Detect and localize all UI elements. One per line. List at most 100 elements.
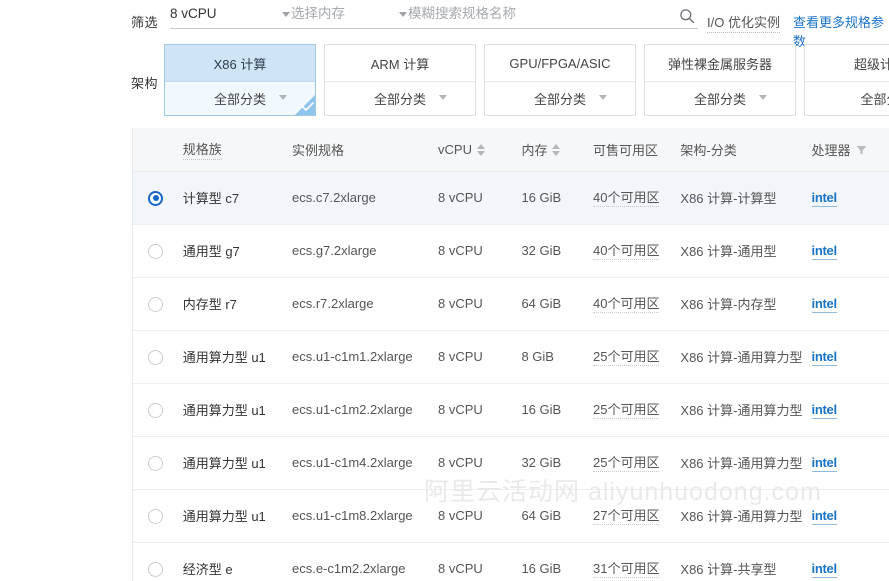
intel-logo: intel: [811, 402, 837, 419]
column-header-proc[interactable]: 处理器: [812, 140, 889, 159]
architecture-label: 架构: [131, 76, 159, 91]
row-radio-cell[interactable]: [133, 349, 179, 365]
cell-memory: 8 GiB: [521, 349, 554, 364]
cell-vcpu: 8 vCPU: [438, 402, 483, 417]
chevron-down-icon: [439, 95, 447, 100]
cell-spec: ecs.u1-c1m4.2xlarge: [291, 455, 413, 470]
arch-tab-title: X86 计算: [165, 45, 315, 82]
column-header-arch: 架构-分类: [680, 140, 811, 159]
chevron-down-icon: [759, 95, 767, 100]
cell-memory: 16 GiB: [521, 402, 562, 417]
cell-memory: 16 GiB: [521, 561, 562, 576]
instance-spec-table: 规格族 实例规格 vCPU 内存 可售可用区 架构-分类 处理器 计算型 c7 ecs.c7.…: [132, 128, 889, 581]
cell-zone: 25个可用区: [592, 349, 660, 366]
cell-memory: 32 GiB: [521, 243, 562, 258]
table-body: 计算型 c7 ecs.c7.2xlarge 8 vCPU 16 GiB 40个可用区 X8…: [133, 172, 889, 581]
column-header-label: 可售可用区: [592, 143, 658, 158]
cell-vcpu: 8 vCPU: [438, 455, 483, 470]
search-input-placeholder: 模糊搜索规格名称: [408, 6, 516, 21]
search-icon[interactable]: [679, 8, 695, 24]
search-input[interactable]: 模糊搜索规格名称: [408, 5, 698, 29]
column-header-vcpu[interactable]: vCPU: [438, 142, 521, 157]
intel-logo: intel: [811, 243, 837, 260]
cell-spec: ecs.u1-c1m1.2xlarge: [291, 349, 413, 364]
cell-memory: 64 GiB: [521, 508, 562, 523]
arch-category-select[interactable]: 全部分类: [165, 82, 315, 115]
radio-button-icon[interactable]: [148, 349, 164, 365]
arch-tab-0[interactable]: X86 计算 全部分类: [164, 44, 316, 116]
table-row[interactable]: 通用算力型 u1 ecs.u1-c1m1.2xlarge 8 vCPU 8 GiB 25…: [133, 331, 889, 384]
table-row[interactable]: 通用算力型 u1 ecs.u1-c1m4.2xlarge 8 vCPU 32 GiB 2…: [133, 437, 889, 490]
cell-spec: ecs.c7.2xlarge: [291, 190, 376, 205]
cell-processor: intel: [811, 242, 889, 260]
radio-button-icon[interactable]: [148, 243, 164, 259]
radio-button-icon[interactable]: [148, 508, 164, 524]
table-row[interactable]: 经济型 e ecs.e-c1m2.2xlarge 8 vCPU 16 GiB 31个可用…: [133, 543, 889, 581]
cell-family: 通用算力型 u1: [182, 456, 266, 471]
arch-category-select[interactable]: 全部分类: [645, 82, 795, 115]
column-header-spec: 实例规格: [292, 140, 438, 159]
table-row[interactable]: 通用型 g7 ecs.g7.2xlarge 8 vCPU 32 GiB 40个可用区 X8…: [133, 225, 889, 278]
radio-button-icon[interactable]: [148, 190, 164, 206]
chevron-down-icon: [282, 12, 290, 17]
intel-logo: intel: [811, 349, 837, 366]
filter-funnel-icon[interactable]: [856, 144, 867, 155]
intel-logo: intel: [811, 561, 837, 578]
chevron-down-icon: [599, 95, 607, 100]
radio-button-icon[interactable]: [148, 402, 164, 418]
sort-icon[interactable]: [552, 143, 561, 156]
intel-logo: intel: [811, 508, 837, 525]
arch-tab-4[interactable]: 超级计算全部分: [804, 44, 889, 116]
arch-tab-1[interactable]: ARM 计算 全部分类: [324, 44, 476, 116]
memory-select[interactable]: 选择内存: [291, 5, 409, 29]
row-radio-cell[interactable]: [133, 402, 179, 418]
table-header-row: 规格族 实例规格 vCPU 内存 可售可用区 架构-分类 处理器: [133, 128, 889, 172]
column-header-mem[interactable]: 内存: [521, 140, 593, 159]
vcpu-select[interactable]: 8 vCPU: [170, 5, 292, 29]
arch-category-value: 全部分类: [693, 92, 746, 107]
arch-tab-3[interactable]: 弹性裸金属服务器 全部分类: [644, 44, 796, 116]
row-radio-cell[interactable]: [133, 508, 179, 524]
column-header-label: vCPU: [438, 142, 472, 157]
cell-zone: 40个可用区: [592, 190, 660, 207]
cell-vcpu: 8 vCPU: [438, 190, 483, 205]
cell-arch-category: X86 计算-通用算力型: [680, 350, 803, 365]
radio-button-icon[interactable]: [148, 455, 164, 471]
cell-spec: ecs.g7.2xlarge: [291, 243, 377, 258]
radio-button-icon[interactable]: [148, 296, 164, 312]
cell-spec: ecs.u1-c1m8.2xlarge: [291, 508, 413, 523]
cell-processor: intel: [811, 401, 889, 419]
cell-family: 通用算力型 u1: [182, 509, 266, 524]
table-row[interactable]: 计算型 c7 ecs.c7.2xlarge 8 vCPU 16 GiB 40个可用区 X8…: [133, 172, 889, 225]
row-radio-cell[interactable]: [133, 190, 179, 206]
column-header-label: 处理器: [811, 143, 851, 158]
cell-processor: intel: [811, 507, 889, 525]
cell-zone: 25个可用区: [592, 455, 660, 472]
cell-spec: ecs.e-c1m2.2xlarge: [291, 561, 406, 576]
table-row[interactable]: 通用算力型 u1 ecs.u1-c1m8.2xlarge 8 vCPU 64 GiB 2…: [133, 490, 889, 543]
table-row[interactable]: 内存型 r7 ecs.r7.2xlarge 8 vCPU 64 GiB 40个可用区 X8…: [133, 278, 889, 331]
sort-icon[interactable]: [476, 143, 485, 156]
row-radio-cell[interactable]: [133, 296, 179, 312]
arch-category-select[interactable]: 全部分类: [485, 82, 635, 115]
row-radio-cell[interactable]: [133, 243, 179, 259]
cell-memory: 64 GiB: [521, 296, 562, 311]
row-radio-cell[interactable]: [133, 455, 179, 471]
arch-tab-2[interactable]: GPU/FPGA/ASIC 全部分类: [484, 44, 636, 116]
arch-category-select[interactable]: 全部分类: [325, 82, 475, 115]
row-radio-cell[interactable]: [133, 561, 179, 577]
cell-arch-category: X86 计算-计算型: [680, 191, 777, 206]
io-optimized-label: I/O 优化实例: [707, 12, 780, 33]
cell-family: 通用算力型 u1: [182, 350, 266, 365]
table-row[interactable]: 通用算力型 u1 ecs.u1-c1m2.2xlarge 8 vCPU 16 GiB 2…: [133, 384, 889, 437]
arch-category-select[interactable]: 全部分: [805, 82, 889, 115]
cell-arch-category: X86 计算-内存型: [680, 297, 777, 312]
cell-spec: ecs.u1-c1m2.2xlarge: [291, 402, 413, 417]
radio-button-icon[interactable]: [148, 561, 164, 577]
cell-memory: 16 GiB: [521, 190, 562, 205]
selected-check-icon: [295, 95, 315, 115]
cell-zone: 31个可用区: [592, 561, 660, 578]
cell-family: 内存型 r7: [182, 297, 237, 312]
cell-processor: intel: [811, 454, 889, 472]
memory-select-placeholder: 选择内存: [291, 6, 345, 21]
